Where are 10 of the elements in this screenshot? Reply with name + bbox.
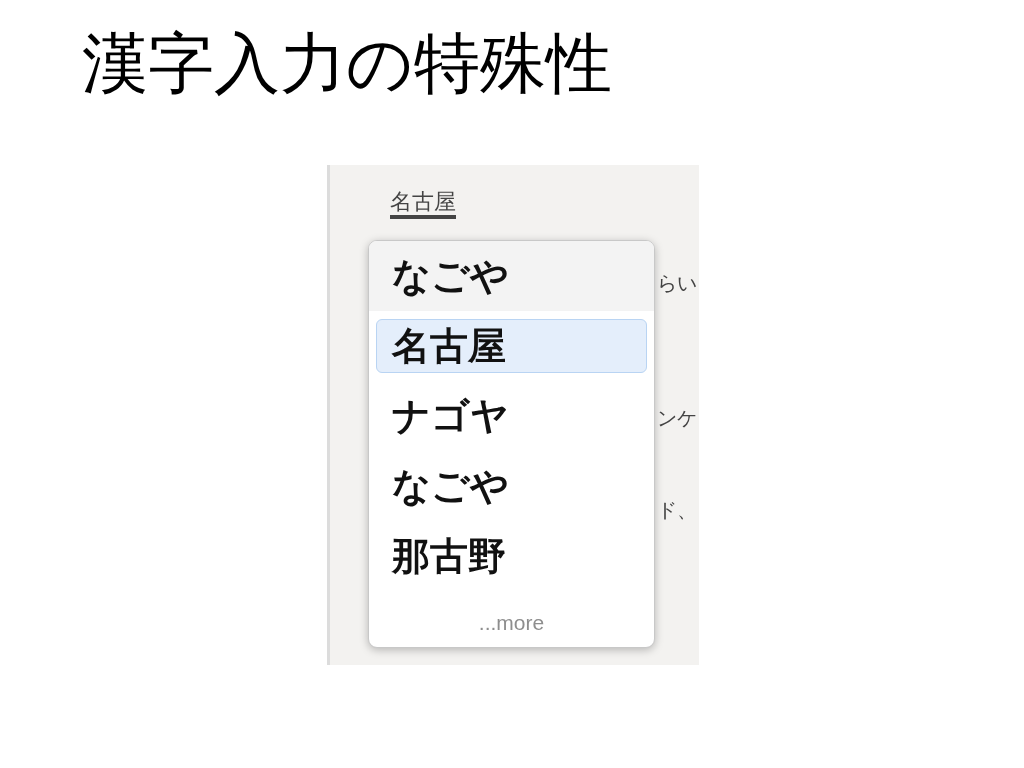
candidate-item[interactable]: 那古野 bbox=[376, 529, 647, 583]
text-fragment: ンケ bbox=[657, 408, 697, 428]
candidate-item[interactable]: ナゴヤ bbox=[376, 389, 647, 443]
slide-title: 漢字入力の特殊性 bbox=[82, 24, 612, 104]
text-fragment: らい bbox=[657, 273, 697, 293]
reading-row[interactable]: なごや bbox=[369, 241, 654, 311]
text-fragment: ド、 bbox=[657, 500, 697, 520]
candidate-item[interactable]: なごや bbox=[376, 459, 647, 513]
composing-text: 名古屋 bbox=[390, 189, 456, 220]
candidate-item[interactable]: 名古屋 bbox=[376, 319, 647, 373]
